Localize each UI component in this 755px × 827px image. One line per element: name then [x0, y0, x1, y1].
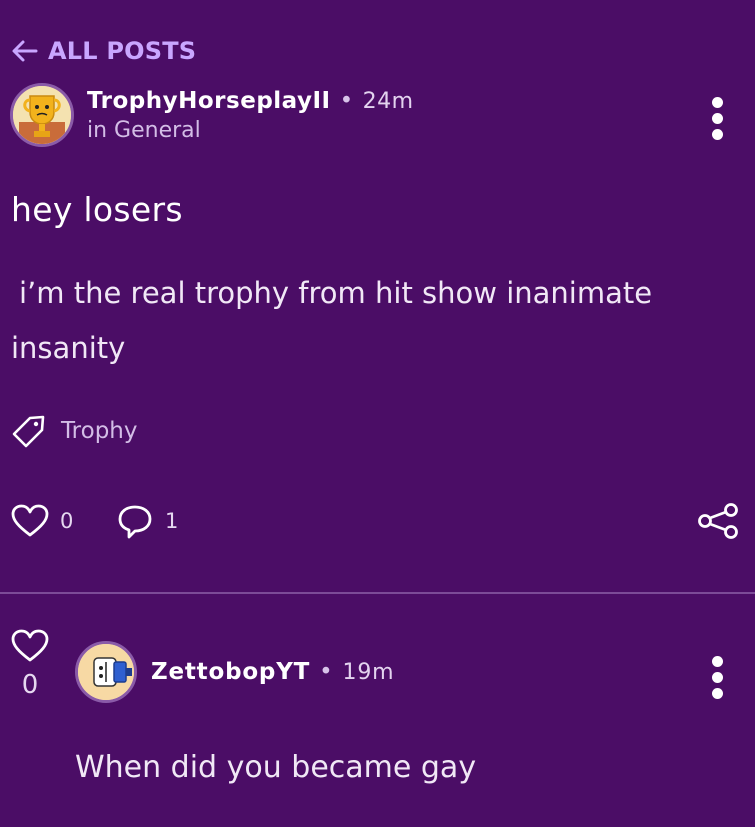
post-author-name[interactable]: TrophyHorseplayII [87, 88, 331, 114]
share-icon[interactable] [697, 501, 739, 541]
comment-body: When did you became gay [75, 750, 477, 785]
comment-more-options-icon[interactable] [710, 656, 724, 699]
separator-dot: • [319, 659, 334, 685]
post-divider [0, 592, 755, 594]
arrow-left-icon [12, 40, 38, 62]
tag-icon [12, 415, 45, 448]
comment-like-count: 0 [21, 670, 39, 700]
post-author-avatar[interactable] [10, 83, 74, 147]
comment-author-line: ZettobopYT • 19m [151, 659, 394, 685]
tag-label: Trophy [61, 418, 138, 444]
back-link-label: ALL POSTS [48, 37, 197, 65]
comment-time: 19m [342, 660, 395, 685]
post-tag[interactable]: Trophy [10, 412, 137, 450]
post-comment-count: 1 [165, 509, 179, 533]
heart-icon [11, 504, 49, 537]
plug-avatar-image [78, 644, 134, 700]
post-more-options-icon[interactable] [710, 97, 724, 140]
post-author-line: TrophyHorseplayII • 24m [87, 88, 414, 114]
separator-dot: • [339, 88, 354, 114]
post-title: hey losers [11, 190, 183, 229]
post-like-button[interactable]: 0 [10, 503, 73, 539]
trophy-avatar-image [13, 86, 71, 144]
post-category[interactable]: in General [87, 118, 201, 143]
comment-author-avatar[interactable] [75, 641, 137, 703]
comment-bubble-icon [118, 505, 152, 539]
post-like-count: 0 [60, 509, 74, 533]
heart-icon [11, 629, 49, 662]
comment-author-name[interactable]: ZettobopYT [151, 659, 310, 685]
post-comment-button[interactable]: 1 [115, 503, 178, 539]
comment-like-button[interactable]: 0 [10, 628, 50, 700]
post-body: i’m the real trophy from hit show inanim… [11, 276, 653, 365]
post-time: 24m [362, 89, 414, 114]
back-to-all-posts-link[interactable]: ALL POSTS [10, 36, 196, 66]
